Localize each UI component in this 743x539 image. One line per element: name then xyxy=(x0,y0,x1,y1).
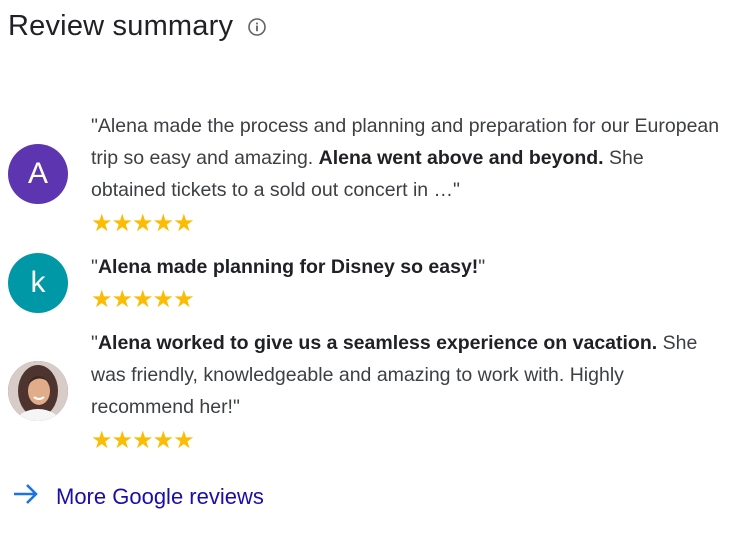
page-title: Review summary xyxy=(8,10,234,42)
info-icon[interactable] xyxy=(247,17,267,37)
review-item: "Alena worked to give us a seamless expe… xyxy=(8,327,728,457)
profile-photo-icon xyxy=(8,361,68,421)
avatar: k xyxy=(8,253,68,313)
review-item: A "Alena made the process and planning a… xyxy=(8,110,728,240)
review-text-part: " xyxy=(91,256,98,278)
star-rating: ★★★★★ xyxy=(91,286,195,313)
review-highlight: Alena worked to give us a seamless exper… xyxy=(97,332,658,354)
review-highlight: Alena went above and beyond. xyxy=(318,147,604,169)
review-highlight: Alena made planning for Disney so easy! xyxy=(97,256,479,278)
star-rating: ★★★★★ xyxy=(91,427,195,454)
review-text: "Alena made planning for Disney so easy!… xyxy=(91,251,721,283)
arrow-right-icon xyxy=(12,482,40,511)
more-reviews-label[interactable]: More Google reviews xyxy=(56,484,264,510)
avatar-letter: A xyxy=(27,157,48,190)
review-text-part: " xyxy=(91,332,98,354)
avatar: A xyxy=(8,144,68,204)
review-item: k "Alena made planning for Disney so eas… xyxy=(8,251,728,316)
more-google-reviews-link[interactable]: More Google reviews xyxy=(12,482,264,511)
review-text: "Alena made the process and planning and… xyxy=(91,110,721,206)
avatar-letter: k xyxy=(30,266,46,299)
review-summary-header: Review summary xyxy=(8,10,267,43)
avatar-photo xyxy=(8,361,68,421)
review-text: "Alena worked to give us a seamless expe… xyxy=(91,327,721,423)
star-rating: ★★★★★ xyxy=(91,210,195,237)
review-text-part: " xyxy=(478,256,486,278)
